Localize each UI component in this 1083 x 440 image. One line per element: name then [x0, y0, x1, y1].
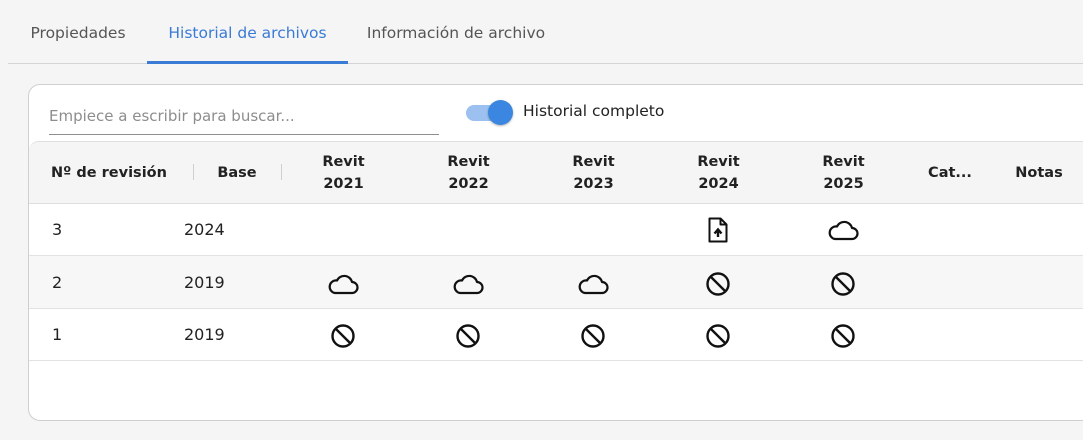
col-header-revit-2025-line1: Revit: [822, 153, 865, 170]
cloud-icon[interactable]: [577, 273, 609, 299]
col-header-revit-2023-line2: 2023: [573, 175, 614, 192]
base-cell: 2024: [184, 219, 225, 239]
tab-historial-de-archivos[interactable]: Historial de archivos: [147, 0, 348, 64]
col-header-base-label: Base: [217, 164, 257, 181]
block-icon[interactable]: [705, 271, 731, 301]
col-header-revit-2024-label: Revit 2024: [697, 151, 739, 195]
block-icon[interactable]: [330, 323, 356, 353]
full-history-toggle[interactable]: [466, 100, 514, 126]
history-panel: Historial completo Nº de revisión Base R…: [28, 84, 1083, 421]
file-upload-icon[interactable]: [707, 217, 729, 247]
toggle-knob: [488, 100, 513, 125]
col-header-revit-2025-label: Revit 2025: [822, 151, 864, 195]
col-header-revit-2024-line2: 2024: [698, 175, 739, 192]
col-header-revit-2022-label: Revit 2022: [447, 151, 489, 195]
block-icon[interactable]: [830, 271, 856, 301]
col-header-revit-2022-line2: 2022: [448, 175, 489, 192]
tab-bar: Propiedades Historial de archivos Inform…: [8, 0, 1083, 64]
block-icon[interactable]: [830, 323, 856, 353]
revision-cell: 2: [52, 272, 63, 292]
block-icon[interactable]: [580, 323, 606, 353]
col-header-revit-2021-line1: Revit: [322, 153, 365, 170]
tab-propiedades[interactable]: Propiedades: [8, 0, 148, 63]
col-header-base[interactable]: Base: [193, 142, 281, 203]
base-cell: 2019: [184, 272, 225, 292]
col-header-revit-2025[interactable]: Revit 2025: [781, 142, 906, 203]
revision-cell: 1: [52, 324, 63, 344]
table-row[interactable]: 3 2024: [29, 203, 1083, 256]
col-header-notas-label: Notas: [1015, 164, 1063, 181]
cloud-icon[interactable]: [827, 219, 859, 245]
col-header-revit-2021-label: Revit 2021: [322, 151, 364, 195]
col-header-revision[interactable]: Nº de revisión: [29, 142, 189, 203]
col-header-revit-2022-line1: Revit: [447, 153, 490, 170]
full-history-label: Historial completo: [523, 102, 665, 120]
cloud-icon[interactable]: [452, 273, 484, 299]
col-header-cat-label: Cat...: [928, 164, 972, 181]
tab-informacion-de-archivo[interactable]: Información de archivo: [348, 0, 564, 63]
search-input[interactable]: [49, 98, 439, 135]
col-header-revit-2021-line2: 2021: [323, 175, 364, 192]
base-cell: 2019: [184, 324, 225, 344]
col-header-notas[interactable]: Notas: [994, 142, 1083, 203]
col-header-revision-label: Nº de revisión: [51, 164, 167, 181]
col-header-revit-2023-label: Revit 2023: [572, 151, 614, 195]
block-icon[interactable]: [705, 323, 731, 353]
col-header-revit-2021[interactable]: Revit 2021: [281, 142, 406, 203]
block-icon[interactable]: [455, 323, 481, 353]
table-row[interactable]: 1 2019: [29, 308, 1083, 361]
col-header-revit-2022[interactable]: Revit 2022: [406, 142, 531, 203]
col-header-revit-2025-line2: 2025: [823, 175, 864, 192]
table-header: Nº de revisión Base Revit 2021 Revit 2022 …: [29, 141, 1083, 204]
col-header-revit-2024-line1: Revit: [697, 153, 740, 170]
col-header-revit-2023[interactable]: Revit 2023: [531, 142, 656, 203]
col-header-revit-2023-line1: Revit: [572, 153, 615, 170]
col-header-cat[interactable]: Cat...: [906, 142, 994, 203]
cloud-icon[interactable]: [327, 273, 359, 299]
col-header-revit-2024[interactable]: Revit 2024: [656, 142, 781, 203]
revision-cell: 3: [52, 219, 63, 239]
table-row[interactable]: 2 2019: [29, 256, 1083, 309]
